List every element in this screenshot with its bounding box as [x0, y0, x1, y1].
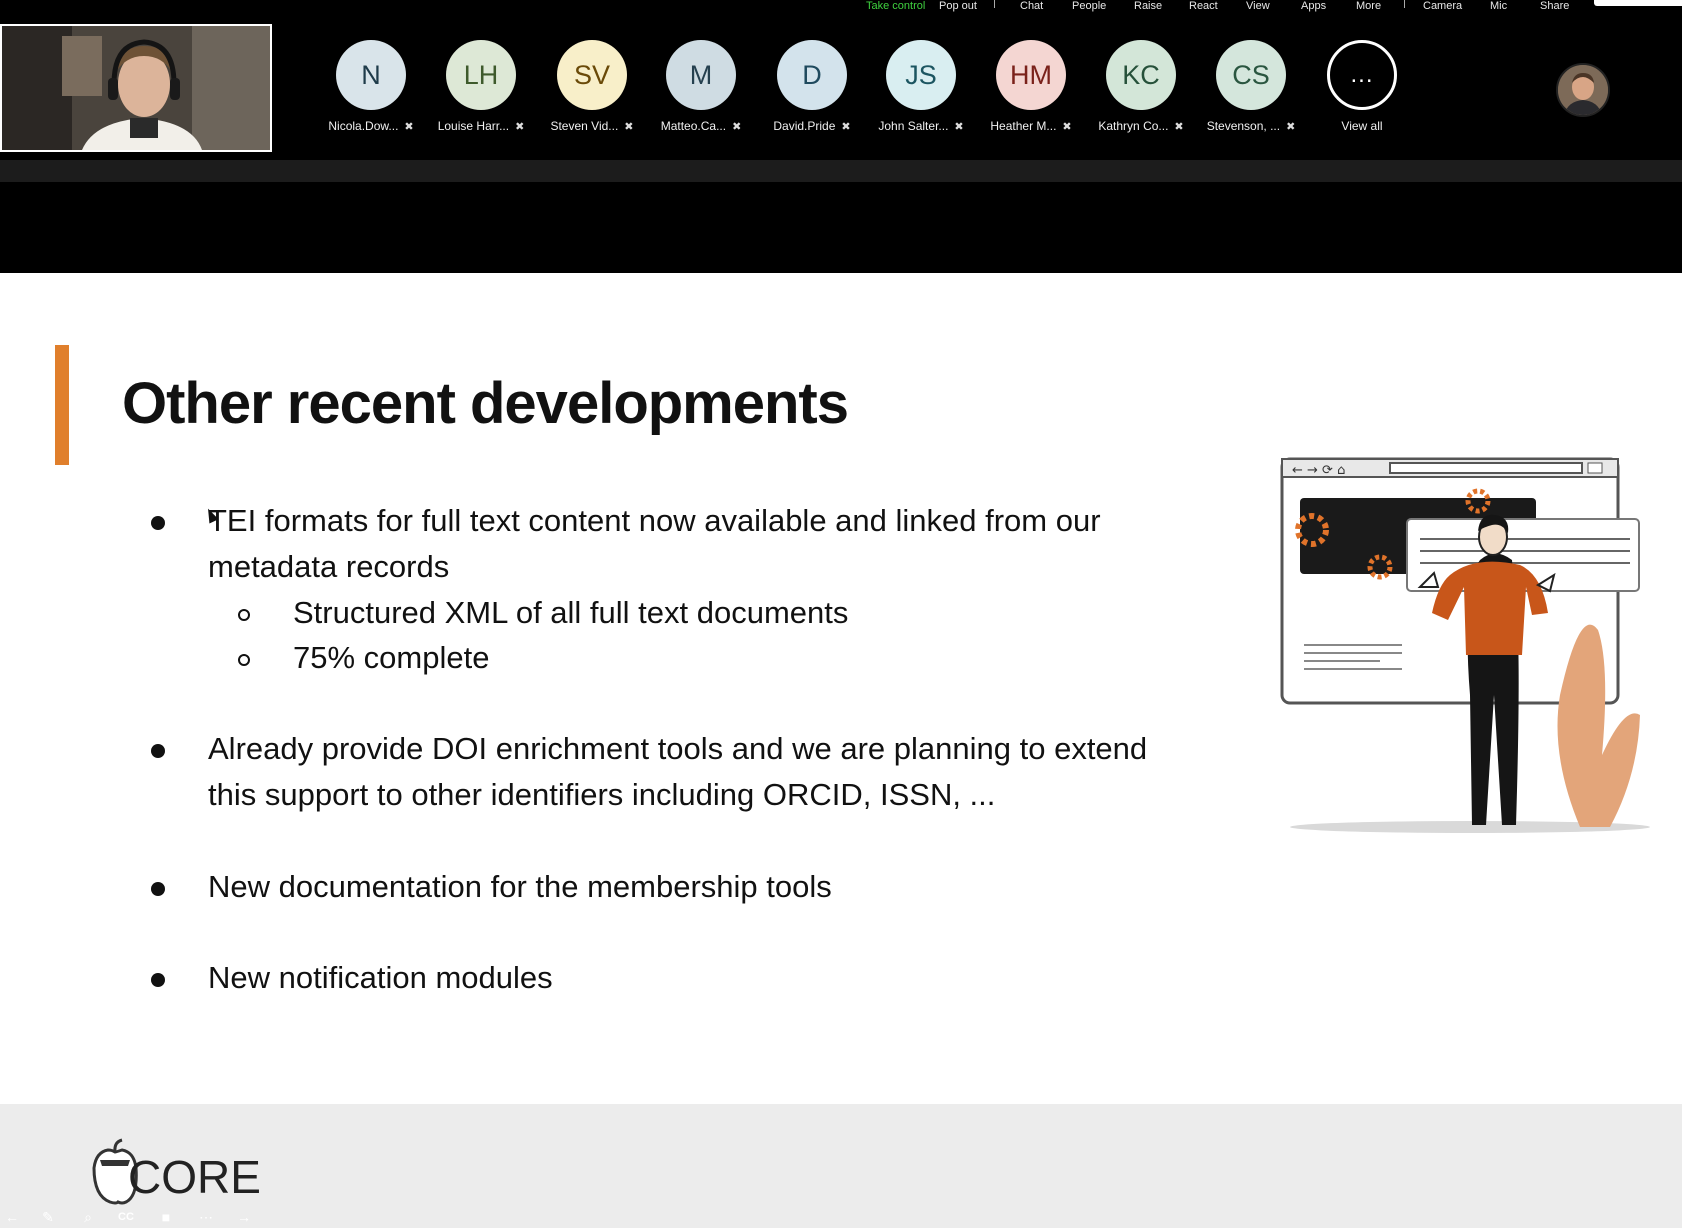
camera-button[interactable]: Camera: [1423, 0, 1462, 12]
pop-out-button[interactable]: Pop out: [939, 0, 977, 12]
participant-name: Heather M... ✖: [976, 119, 1086, 133]
participant-tile[interactable]: JS John Salter... ✖: [866, 40, 976, 140]
participant-avatar: LH: [446, 40, 516, 110]
mic-off-icon: ✖: [732, 121, 742, 133]
participant-avatar: N: [336, 40, 406, 110]
bullet-marker: [151, 882, 165, 896]
profile-photo: [1558, 65, 1608, 115]
participant-tile[interactable]: LH Louise Harr... ✖: [426, 40, 536, 140]
participant-name-text: Nicola.Dow...: [328, 119, 399, 133]
participant-name: Stevenson, ... ✖: [1196, 119, 1306, 133]
my-profile-avatar[interactable]: [1556, 63, 1610, 117]
title-accent-bar: [55, 345, 69, 465]
divider-strip: [0, 160, 1682, 182]
participant-name-text: David.Pride: [773, 119, 836, 133]
sub-bullet-item: 75% complete: [293, 640, 490, 675]
participant-tile[interactable]: N Nicola.Dow... ✖: [316, 40, 426, 140]
participant-name-text: John Salter...: [878, 119, 949, 133]
participant-name: Nicola.Dow... ✖: [316, 119, 426, 133]
self-video-tile[interactable]: [0, 24, 272, 152]
mic-off-icon: ✖: [1174, 121, 1184, 133]
zoom-icon[interactable]: ⌕: [76, 1206, 100, 1228]
participant-avatar: D: [777, 40, 847, 110]
participant-avatar: HM: [996, 40, 1066, 110]
toolbar-separator: [1404, 0, 1405, 8]
participant-name: Kathryn Co... ✖: [1086, 119, 1196, 133]
people-button[interactable]: People: [1072, 0, 1106, 12]
participant-tile[interactable]: D David.Pride ✖: [757, 40, 867, 140]
bullet-marker: [151, 744, 165, 758]
more-button[interactable]: More: [1356, 0, 1381, 12]
participant-tile[interactable]: CS Stevenson, ... ✖: [1196, 40, 1306, 140]
slide-title: Other recent developments: [122, 371, 849, 436]
participant-name-text: Kathryn Co...: [1098, 119, 1169, 133]
bullet-item: Already provide DOI enrichment tools and…: [208, 726, 1147, 818]
participant-tile[interactable]: KC Kathryn Co... ✖: [1086, 40, 1196, 140]
participant-name-text: Steven Vid...: [550, 119, 619, 133]
mic-off-icon: ✖: [1286, 121, 1296, 133]
participant-tile[interactable]: M Matteo.Ca... ✖: [646, 40, 756, 140]
react-button[interactable]: React: [1189, 0, 1218, 12]
participant-avatar: M: [666, 40, 736, 110]
participant-avatar: CS: [1216, 40, 1286, 110]
bullet-text-line: metadata records: [208, 549, 450, 584]
chat-button[interactable]: Chat: [1020, 0, 1043, 12]
take-control-button[interactable]: Take control: [866, 0, 925, 12]
mic-off-icon: ✖: [1062, 121, 1072, 133]
participant-avatar: SV: [557, 40, 627, 110]
view-all-participants-button[interactable]: ... View all: [1307, 40, 1417, 140]
bullet-text-line: this support to other identifiers includ…: [208, 777, 996, 812]
participant-tile[interactable]: HM Heather M... ✖: [976, 40, 1086, 140]
share-button[interactable]: Share: [1540, 0, 1569, 12]
more-dots-icon: ...: [1327, 40, 1397, 110]
participant-name-text: Matteo.Ca...: [660, 119, 727, 133]
participant-name-text: Louise Harr...: [437, 119, 510, 133]
more-options-icon[interactable]: ⋯: [194, 1206, 218, 1228]
mic-off-icon: ✖: [954, 121, 964, 133]
sub-bullet-marker: [238, 609, 250, 621]
browser-illustration: ← → ⟳ ⌂: [1280, 457, 1650, 833]
participant-name: Steven Vid... ✖: [537, 119, 647, 133]
bullet-text-line: TEI formats for full text content now av…: [208, 503, 1101, 538]
pen-icon[interactable]: ✎: [36, 1206, 60, 1228]
bullet-item: TEI formats for full text content now av…: [208, 498, 1101, 590]
view-all-label: View all: [1341, 119, 1383, 133]
leave-button[interactable]: [1594, 0, 1682, 6]
participant-name: Matteo.Ca... ✖: [646, 119, 756, 133]
mic-off-icon: ✖: [841, 121, 851, 133]
participant-name-text: Stevenson, ...: [1206, 119, 1281, 133]
previous-slide-icon[interactable]: ←: [0, 1206, 24, 1228]
svg-text:← → ⟳ ⌂: ← → ⟳ ⌂: [1292, 463, 1345, 478]
captions-icon[interactable]: CC: [114, 1206, 138, 1228]
participant-name: David.Pride ✖: [757, 119, 867, 133]
apps-button[interactable]: Apps: [1301, 0, 1326, 12]
participant-tile[interactable]: SV Steven Vid... ✖: [537, 40, 647, 140]
participant-avatar: JS: [886, 40, 956, 110]
bullet-text-line: Already provide DOI enrichment tools and…: [208, 731, 1148, 766]
toolbar-separator: [994, 0, 995, 8]
video-camera-icon[interactable]: ■: [154, 1206, 178, 1228]
sub-bullet-item: Structured XML of all full text document…: [293, 595, 849, 630]
participant-name: Louise Harr... ✖: [426, 119, 536, 133]
participant-avatar: KC: [1106, 40, 1176, 110]
view-button[interactable]: View: [1246, 0, 1270, 12]
mic-off-icon: ✖: [624, 121, 634, 133]
core-logo-text: CORE: [128, 1151, 261, 1203]
next-slide-icon[interactable]: →: [232, 1206, 256, 1228]
participant-name-text: Heather M...: [990, 119, 1057, 133]
participant-name: John Salter... ✖: [866, 119, 976, 133]
bullet-item: New notification modules: [208, 960, 553, 995]
meeting-toolbar: Take control Pop out Chat People Raise R…: [0, 0, 1682, 160]
bullet-marker: [151, 516, 165, 530]
raise-hand-button[interactable]: Raise: [1134, 0, 1162, 12]
sub-bullet-marker: [238, 654, 250, 666]
mic-button[interactable]: Mic: [1490, 0, 1507, 12]
bullet-item: New documentation for the membership too…: [208, 869, 832, 904]
mic-off-icon: ✖: [404, 121, 414, 133]
bullet-marker: [151, 973, 165, 987]
mic-off-icon: ✖: [515, 121, 525, 133]
presenter-video-image: [2, 26, 270, 150]
